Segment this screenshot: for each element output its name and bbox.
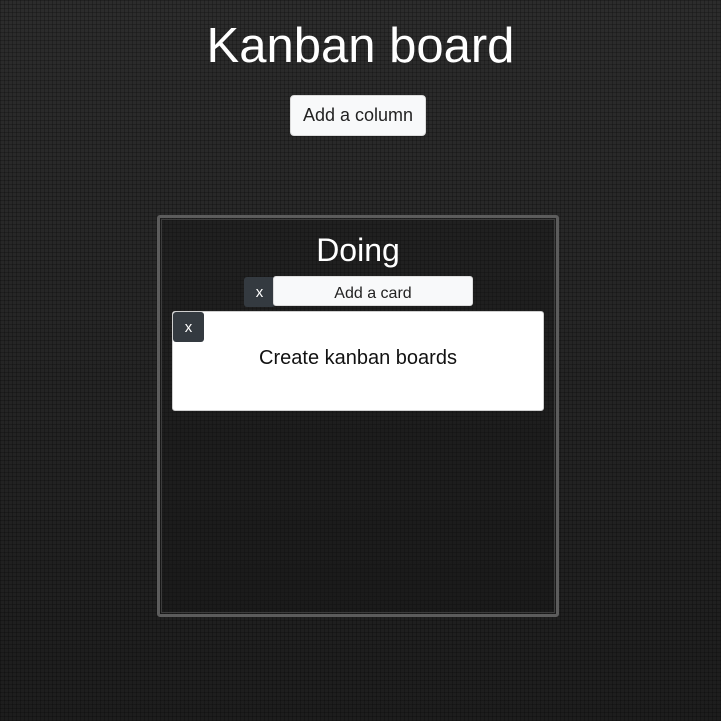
card-text: Create kanban boards [259,347,457,369]
column-title: Doing [316,232,400,268]
add-card-button[interactable]: Add a card [273,276,473,306]
add-column-button[interactable]: Add a column [290,95,426,136]
page-title: Kanban board [206,19,515,73]
delete-card-button[interactable]: x [173,312,204,342]
kanban-column: Doing x Add a card x Create kanban board… [157,215,559,617]
kanban-card[interactable]: x Create kanban boards [172,311,544,411]
delete-column-button[interactable]: x [244,277,275,307]
